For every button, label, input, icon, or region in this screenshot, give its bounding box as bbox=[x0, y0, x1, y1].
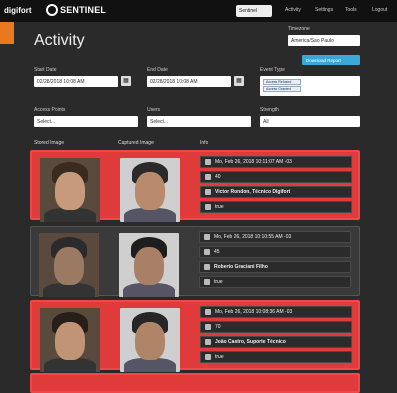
flag-value: true bbox=[214, 279, 223, 285]
stored-image[interactable] bbox=[40, 308, 100, 372]
users-label: Users bbox=[147, 107, 161, 113]
calendar-icon bbox=[205, 309, 211, 315]
event-info: Mo, Feb 26, 2018 10:11:07 AM -03 40 Victor… bbox=[200, 156, 352, 216]
person-name-row: João Castro, Suporte Técnico bbox=[200, 336, 352, 348]
end-date-label: End Date bbox=[147, 67, 168, 73]
nav-tools[interactable]: Tools bbox=[345, 7, 357, 13]
event-info: Mo, Feb 26, 2018 10:08:36 AM -03 70 João C… bbox=[200, 306, 352, 366]
calendar-icon bbox=[204, 234, 210, 240]
nav-settings[interactable]: Settings bbox=[315, 7, 333, 13]
product-name: SENTINEL bbox=[60, 5, 107, 15]
match-score-row: 70 bbox=[200, 321, 352, 333]
nav-logout[interactable]: Logout bbox=[372, 7, 387, 13]
flag-icon bbox=[205, 354, 211, 360]
flag-value: true bbox=[215, 204, 224, 210]
flag-icon bbox=[204, 279, 210, 285]
event-card[interactable]: Mo, Feb 26, 2018 10:11:07 AM -03 40 Victor… bbox=[30, 150, 360, 222]
flag-icon bbox=[205, 204, 211, 210]
event-info: Mo, Feb 26, 2018 10:10:55 AM -03 45 Robert… bbox=[199, 231, 351, 291]
event-date-row: Mo, Feb 26, 2018 10:11:07 AM -03 bbox=[200, 156, 352, 168]
event-type-label: Event Type bbox=[260, 67, 285, 73]
user-icon bbox=[205, 339, 211, 345]
nav-activity[interactable]: Activity bbox=[285, 7, 301, 13]
match-score: 70 bbox=[215, 324, 221, 330]
event-date: Mo, Feb 26, 2018 10:11:07 AM -03 bbox=[215, 159, 292, 165]
event-type-select[interactable]: Access Refused Access Granted bbox=[260, 76, 360, 96]
app-logo: digifort bbox=[4, 6, 32, 15]
event-card[interactable]: Mo, Feb 26, 2018 10:10:55 AM -03 45 Robert… bbox=[30, 226, 360, 297]
stored-image[interactable] bbox=[40, 158, 100, 222]
captured-image[interactable] bbox=[120, 308, 180, 372]
flag-value-row: true bbox=[200, 351, 352, 363]
page-title: Activity bbox=[34, 32, 85, 49]
start-date-input[interactable]: 02/28/2018 10:08 AM bbox=[34, 76, 118, 87]
event-date-row: Mo, Feb 26, 2018 10:08:36 AM -03 bbox=[200, 306, 352, 318]
access-points-label: Access Points bbox=[34, 107, 66, 113]
strength-label: Strength bbox=[260, 107, 279, 113]
event-tag[interactable]: Access Refused bbox=[263, 79, 301, 85]
users-select[interactable]: Select... bbox=[147, 116, 251, 127]
info-header: Info bbox=[200, 140, 209, 146]
score-icon bbox=[204, 249, 210, 255]
captured-image[interactable] bbox=[120, 158, 180, 222]
person-name: João Castro, Suporte Técnico bbox=[215, 339, 286, 345]
event-card[interactable]: Mo, Feb 26, 2018 10:08:36 AM -03 70 João C… bbox=[30, 300, 360, 372]
calendar-icon bbox=[205, 159, 211, 165]
event-date-row: Mo, Feb 26, 2018 10:10:55 AM -03 bbox=[199, 231, 351, 243]
event-tag[interactable]: Access Granted bbox=[263, 86, 301, 92]
user-icon bbox=[204, 264, 210, 270]
captured-image[interactable] bbox=[119, 233, 179, 297]
accent-bar bbox=[0, 22, 14, 44]
score-icon bbox=[205, 174, 211, 180]
match-score-row: 45 bbox=[199, 246, 351, 258]
sentinel-logo-icon bbox=[46, 4, 58, 16]
flag-value: true bbox=[215, 354, 224, 360]
flag-value-row: true bbox=[200, 201, 352, 213]
download-report-button[interactable]: Download Report bbox=[302, 55, 360, 65]
stored-image-header: Stored Image bbox=[34, 140, 65, 146]
match-score: 40 bbox=[215, 174, 221, 180]
person-name-row: Roberto Graciani Filho bbox=[199, 261, 351, 273]
top-navbar: digifort SENTINEL Sentinel Activity Sett… bbox=[0, 0, 397, 22]
server-select[interactable]: Sentinel bbox=[236, 5, 272, 17]
timezone-select[interactable]: America/Sao Paulo bbox=[288, 35, 360, 46]
calendar-icon[interactable]: ▦ bbox=[234, 76, 244, 86]
timezone-label: Timezone bbox=[288, 26, 310, 32]
end-date-input[interactable]: 02/28/2018 10:08 AM bbox=[147, 76, 231, 87]
stored-image[interactable] bbox=[39, 233, 99, 297]
event-date: Mo, Feb 26, 2018 10:08:36 AM -03 bbox=[215, 309, 293, 315]
match-score: 45 bbox=[214, 249, 220, 255]
person-name: Roberto Graciani Filho bbox=[214, 264, 268, 270]
start-date-label: Start Date bbox=[34, 67, 57, 73]
score-icon bbox=[205, 324, 211, 330]
event-card[interactable] bbox=[30, 373, 360, 393]
flag-value-row: true bbox=[199, 276, 351, 288]
captured-image-header: Captured Image bbox=[118, 140, 154, 146]
access-points-select[interactable]: Select... bbox=[34, 116, 138, 127]
person-name-row: Victor Rondon, Técnico Digifort bbox=[200, 186, 352, 198]
event-date: Mo, Feb 26, 2018 10:10:55 AM -03 bbox=[214, 234, 292, 240]
match-score-row: 40 bbox=[200, 171, 352, 183]
strength-select[interactable]: All bbox=[260, 116, 360, 127]
user-icon bbox=[205, 189, 211, 195]
calendar-icon[interactable]: ▦ bbox=[121, 76, 131, 86]
person-name: Victor Rondon, Técnico Digifort bbox=[215, 189, 291, 195]
